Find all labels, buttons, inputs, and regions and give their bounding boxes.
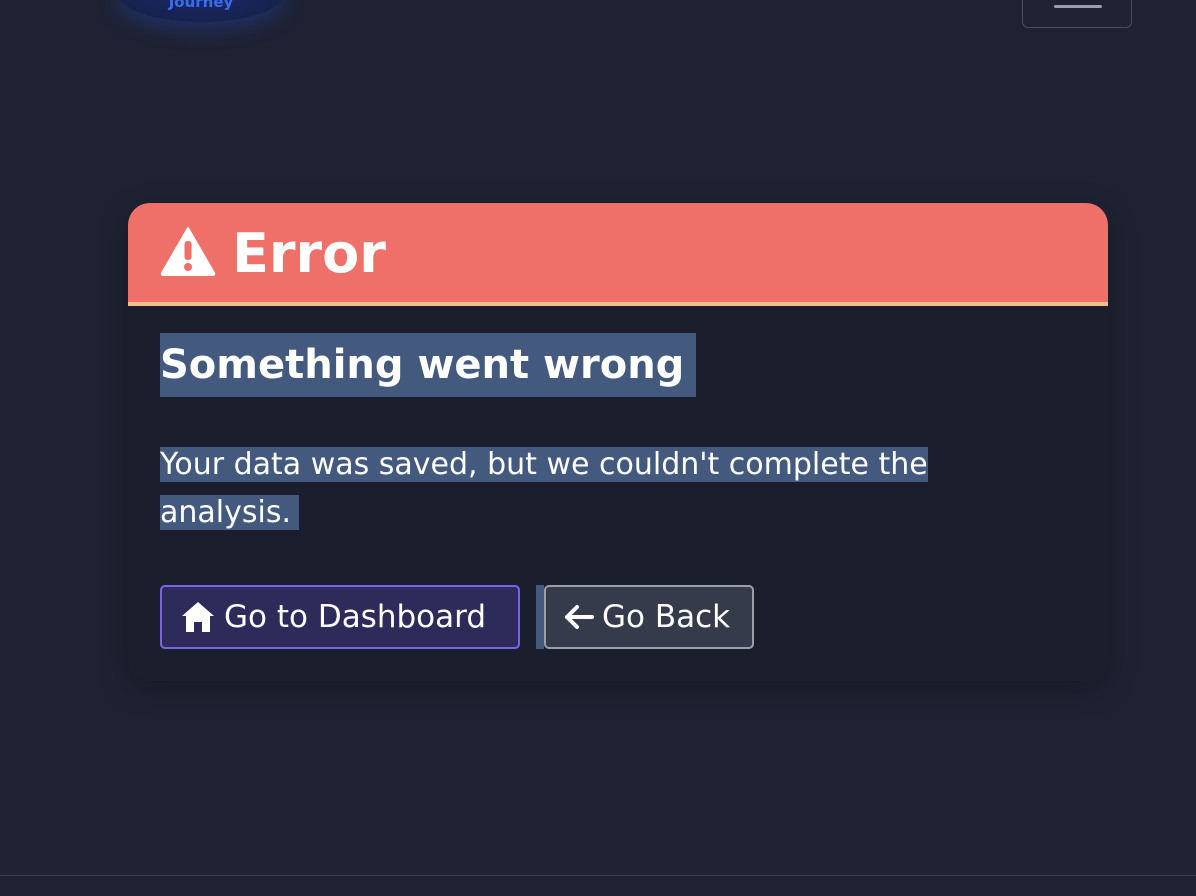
error-title: Error (232, 222, 386, 285)
selection-marker (536, 585, 544, 649)
hamburger-icon (1054, 5, 1102, 8)
error-message-text: Your data was saved, but we couldn't com… (160, 447, 928, 530)
warning-icon (160, 227, 216, 276)
error-card: Error Something went wrong Your data was… (128, 203, 1108, 681)
logo-text: Journey (168, 0, 234, 11)
menu-toggle-button[interactable] (1022, 0, 1132, 28)
footer-divider (0, 875, 1196, 876)
go-to-dashboard-label: Go to Dashboard (224, 599, 487, 635)
go-to-dashboard-button[interactable]: Go to Dashboard (160, 585, 520, 649)
top-navbar: Journey (0, 0, 1196, 40)
error-headline: Something went wrong (160, 333, 697, 397)
error-card-header: Error (128, 203, 1108, 306)
home-icon (182, 602, 214, 632)
go-back-label: Go Back (602, 599, 731, 635)
logo[interactable]: Journey (118, 0, 284, 22)
go-back-button[interactable]: Go Back (544, 585, 754, 649)
error-message: Your data was saved, but we couldn't com… (160, 441, 990, 537)
arrow-left-icon (565, 605, 594, 629)
